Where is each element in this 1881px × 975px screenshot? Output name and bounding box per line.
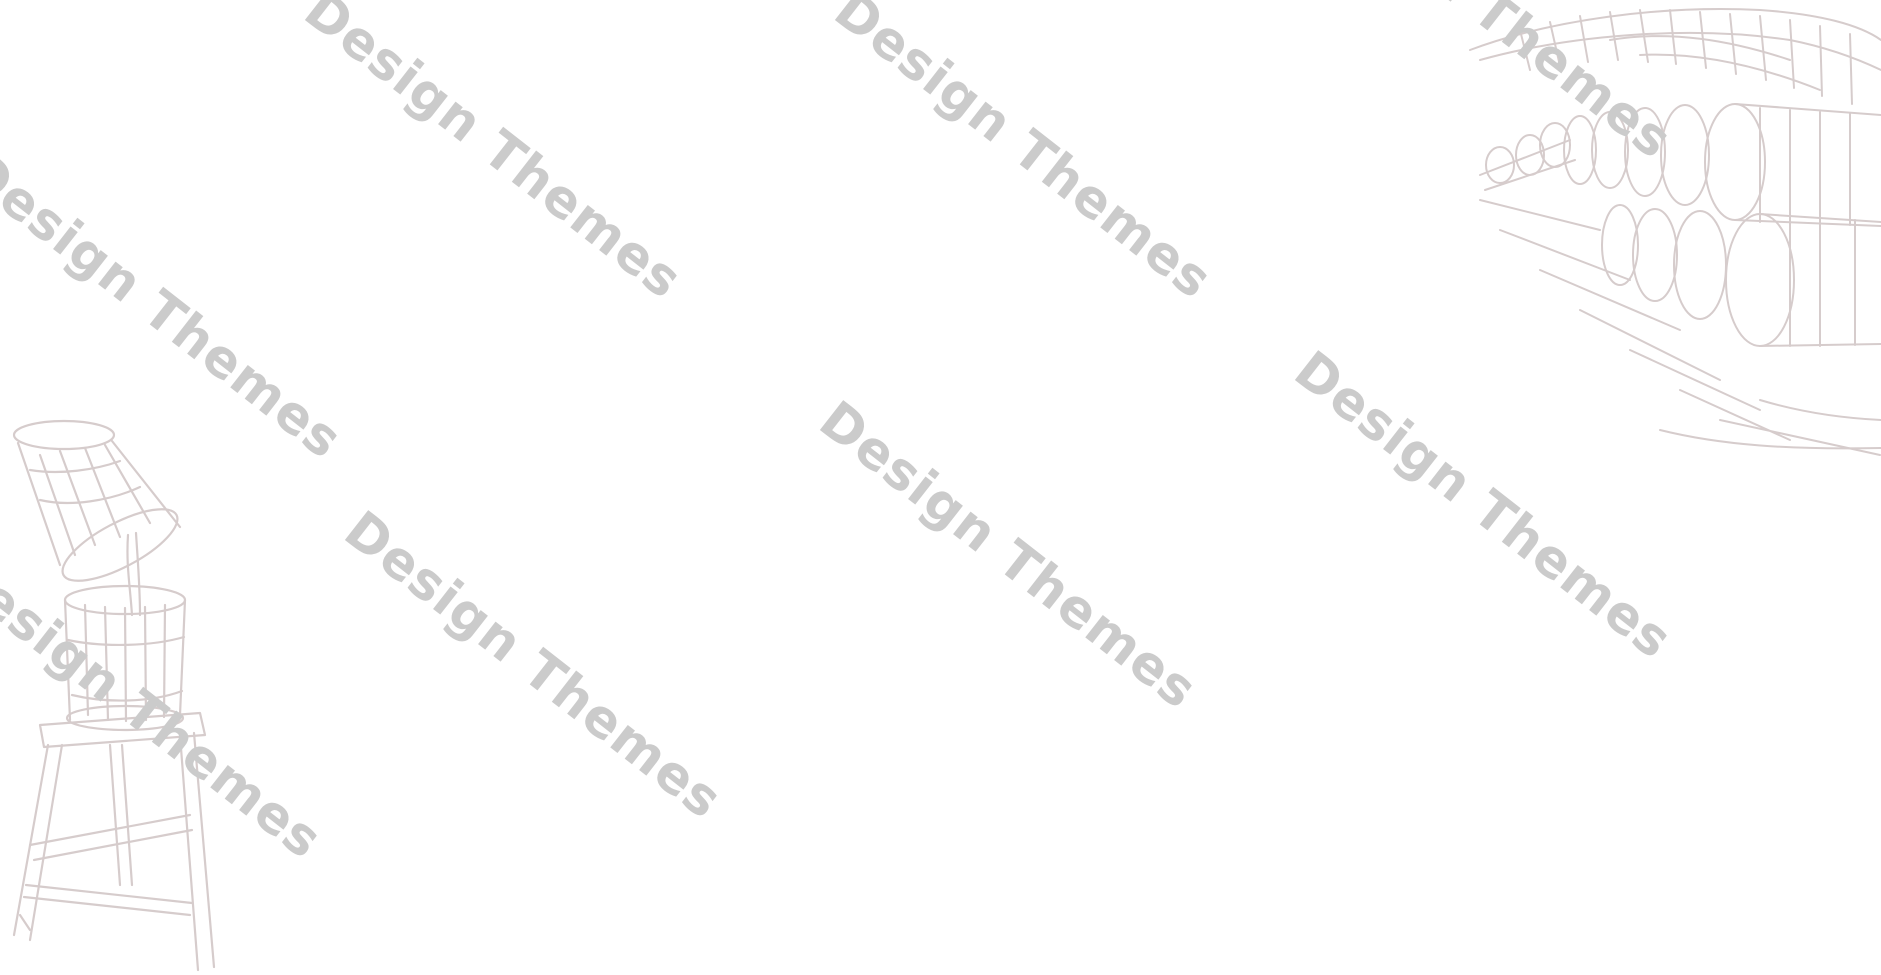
- page-canvas: Design Themes Design Themes Design Theme…: [0, 0, 1881, 975]
- watermark-6: Design Themes: [808, 390, 1209, 721]
- watermark-7: Design Themes: [333, 500, 734, 831]
- watermark-2: Design Themes: [293, 0, 694, 311]
- watermark-3: Design Themes: [823, 0, 1224, 311]
